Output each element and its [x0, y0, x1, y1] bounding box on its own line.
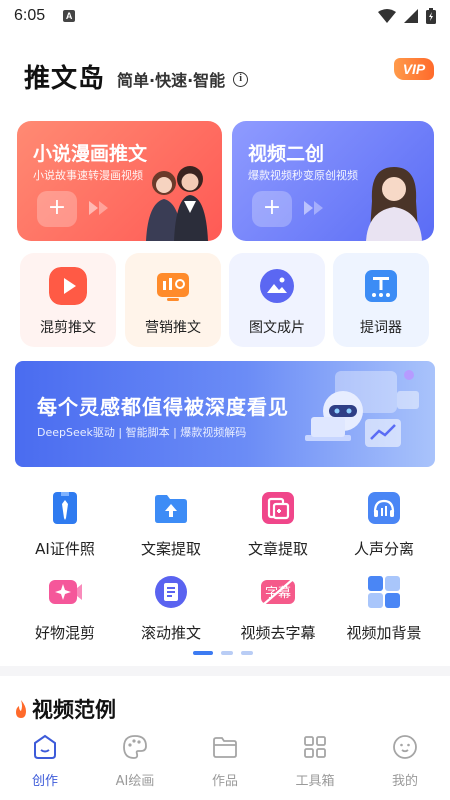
nav-ai-painting[interactable]: AI绘画	[90, 728, 180, 800]
id-photo-icon	[53, 492, 77, 524]
app-slogan: 简单·快速·智能	[117, 71, 226, 90]
folder-icon	[213, 737, 237, 758]
nav-label: 创作	[31, 774, 58, 789]
forward-arrows-icon	[89, 201, 108, 215]
tool-label: 文章提取	[247, 540, 308, 558]
page-indicator	[193, 651, 253, 655]
home-icon	[34, 734, 56, 759]
vip-badge[interactable]: VIP	[394, 58, 434, 80]
quick-tool-label: 营销推文	[145, 320, 201, 336]
nav-label: 我的	[391, 774, 418, 789]
tool-scroll-text[interactable]: 滚动推文	[121, 574, 221, 644]
section-divider	[0, 666, 450, 676]
bottom-nav: 创作 AI绘画 作品 工具箱 我的	[0, 728, 450, 800]
palette-icon	[123, 735, 147, 759]
page-dot	[221, 651, 233, 655]
nav-label: 工具箱	[295, 774, 335, 789]
page-dot	[241, 651, 253, 655]
video-card-title: 视频二创	[248, 143, 325, 165]
profile-icon	[393, 735, 417, 759]
signal-icon	[404, 9, 418, 23]
nav-create[interactable]: 创作	[0, 728, 90, 800]
promo-banner[interactable]: 每个灵感都值得被深度看见 DeepSeek驱动 | 智能脚本 | 爆款视频解码	[15, 361, 435, 467]
quick-tool-label: 图文成片	[249, 320, 305, 336]
audio-separate-icon	[368, 492, 400, 524]
tool-label: 视频加背景	[346, 624, 422, 642]
tool-remove-subtitle[interactable]: 字幕 视频去字幕	[228, 574, 328, 644]
video-add-button[interactable]: +	[252, 191, 292, 227]
add-background-icon	[368, 576, 400, 608]
video-cut-icon	[49, 580, 82, 604]
image-icon	[260, 269, 294, 303]
video-card-subtitle: 爆款视频秒变原创视频	[248, 169, 358, 182]
status-bar: 6:05 A	[0, 0, 450, 32]
nav-me[interactable]: 我的	[360, 728, 450, 800]
tool-product-remix[interactable]: 好物混剪	[15, 574, 115, 644]
tool-label: AI证件照	[35, 540, 95, 558]
tool-voice-separation[interactable]: 人声分离	[334, 490, 434, 560]
tool-add-background[interactable]: 视频加背景	[334, 574, 434, 644]
quick-tool-teleprompter[interactable]: 提词器	[333, 253, 429, 347]
app-header: 推文岛 简单·快速·智能 i VIP	[24, 56, 434, 96]
novel-card-title: 小说漫画推文	[33, 143, 148, 165]
remove-subtitle-icon: 字幕	[261, 579, 295, 605]
tool-label: 人声分离	[353, 540, 414, 558]
couple-illustration	[146, 166, 208, 241]
quick-tool-label: 提词器	[360, 320, 402, 336]
grid-icon	[304, 736, 326, 758]
marketing-icon	[157, 273, 189, 301]
tool-label: 好物混剪	[34, 624, 95, 642]
battery-icon	[426, 8, 436, 24]
tool-label: 文案提取	[140, 540, 201, 558]
novel-comic-card[interactable]: 小说漫画推文 小说故事速转漫画视频 +	[17, 121, 222, 241]
tool-label: 滚动推文	[140, 624, 201, 642]
forward-arrows-icon	[304, 201, 323, 215]
page-dot-active	[193, 651, 213, 655]
tool-article-extract[interactable]: 文章提取	[228, 490, 328, 560]
video-remix-card[interactable]: 视频二创 爆款视频秒变原创视频 +	[232, 121, 434, 241]
app-name: 推文岛	[24, 63, 106, 94]
scroll-text-icon	[155, 576, 187, 608]
quick-tool-image-video[interactable]: 图文成片	[229, 253, 325, 347]
novel-add-button[interactable]: +	[37, 191, 77, 227]
tool-label: 视频去字幕	[240, 624, 316, 642]
article-icon	[262, 492, 294, 524]
notification-icon: A	[63, 10, 76, 22]
folder-upload-icon	[155, 495, 187, 523]
info-icon[interactable]: i	[233, 71, 249, 87]
robot-illustration	[305, 370, 419, 447]
nav-works[interactable]: 作品	[180, 728, 270, 800]
tool-copy-extract[interactable]: 文案提取	[121, 490, 221, 560]
banner-subtitle: DeepSeek驱动 | 智能脚本 | 爆款视频解码	[37, 426, 247, 439]
fire-icon	[16, 700, 26, 718]
section-header: 视频范例	[14, 694, 116, 724]
teleprompter-icon	[365, 270, 397, 302]
wifi-icon	[378, 9, 396, 23]
quick-tool-label: 混剪推文	[40, 320, 96, 336]
woman-illustration	[366, 167, 422, 241]
section-title: 视频范例	[32, 698, 116, 722]
status-icons	[378, 8, 436, 24]
banner-title: 每个灵感都值得被深度看见	[37, 395, 289, 419]
nav-toolbox[interactable]: 工具箱	[270, 728, 360, 800]
status-time: 6:05	[14, 7, 46, 24]
quick-tool-marketing[interactable]: 营销推文	[125, 253, 221, 347]
tool-ai-id-photo[interactable]: AI证件照	[15, 490, 115, 560]
play-icon	[49, 267, 87, 305]
novel-card-subtitle: 小说故事速转漫画视频	[33, 169, 143, 182]
nav-label: AI绘画	[115, 774, 155, 789]
nav-label: 作品	[211, 774, 238, 789]
quick-tool-remix[interactable]: 混剪推文	[20, 253, 116, 347]
